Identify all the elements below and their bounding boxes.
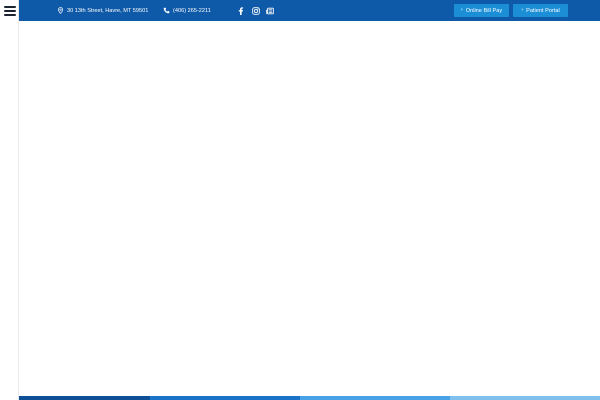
online-bill-pay-label: Online Bill Pay	[465, 7, 503, 14]
bottom-color-bar	[19, 396, 600, 400]
phone-text: (406) 265-2211	[173, 7, 211, 14]
patient-portal-button[interactable]: › Patient Portal	[513, 4, 568, 17]
online-bill-pay-button[interactable]: › Online Bill Pay	[454, 4, 509, 17]
color-bar-segment	[450, 396, 600, 400]
address-link[interactable]: 30 13th Street, Havre, MT 59501	[57, 0, 148, 21]
side-nav	[0, 0, 19, 400]
facebook-icon	[238, 6, 244, 15]
top-info-bar: 30 13th Street, Havre, MT 59501 (406) 26…	[19, 0, 600, 21]
color-bar-segment	[150, 396, 300, 400]
address-text: 30 13th Street, Havre, MT 59501	[67, 7, 149, 14]
page: 30 13th Street, Havre, MT 59501 (406) 26…	[0, 0, 600, 400]
patient-portal-label: Patient Portal	[526, 7, 560, 14]
facebook-link[interactable]	[238, 0, 244, 21]
phone-icon	[163, 7, 170, 14]
instagram-link[interactable]	[252, 0, 260, 21]
hamburger-menu-icon[interactable]	[4, 5, 16, 16]
map-pin-icon	[58, 7, 63, 14]
chevron-right-icon: ›	[521, 6, 524, 13]
color-bar-segment	[19, 396, 150, 400]
newsletter-icon	[266, 7, 274, 14]
newsletter-link[interactable]	[266, 0, 274, 21]
color-bar-segment	[300, 396, 450, 400]
phone-link[interactable]: (406) 265-2211	[163, 0, 211, 21]
chevron-right-icon: ›	[460, 6, 463, 13]
instagram-icon	[252, 6, 260, 15]
